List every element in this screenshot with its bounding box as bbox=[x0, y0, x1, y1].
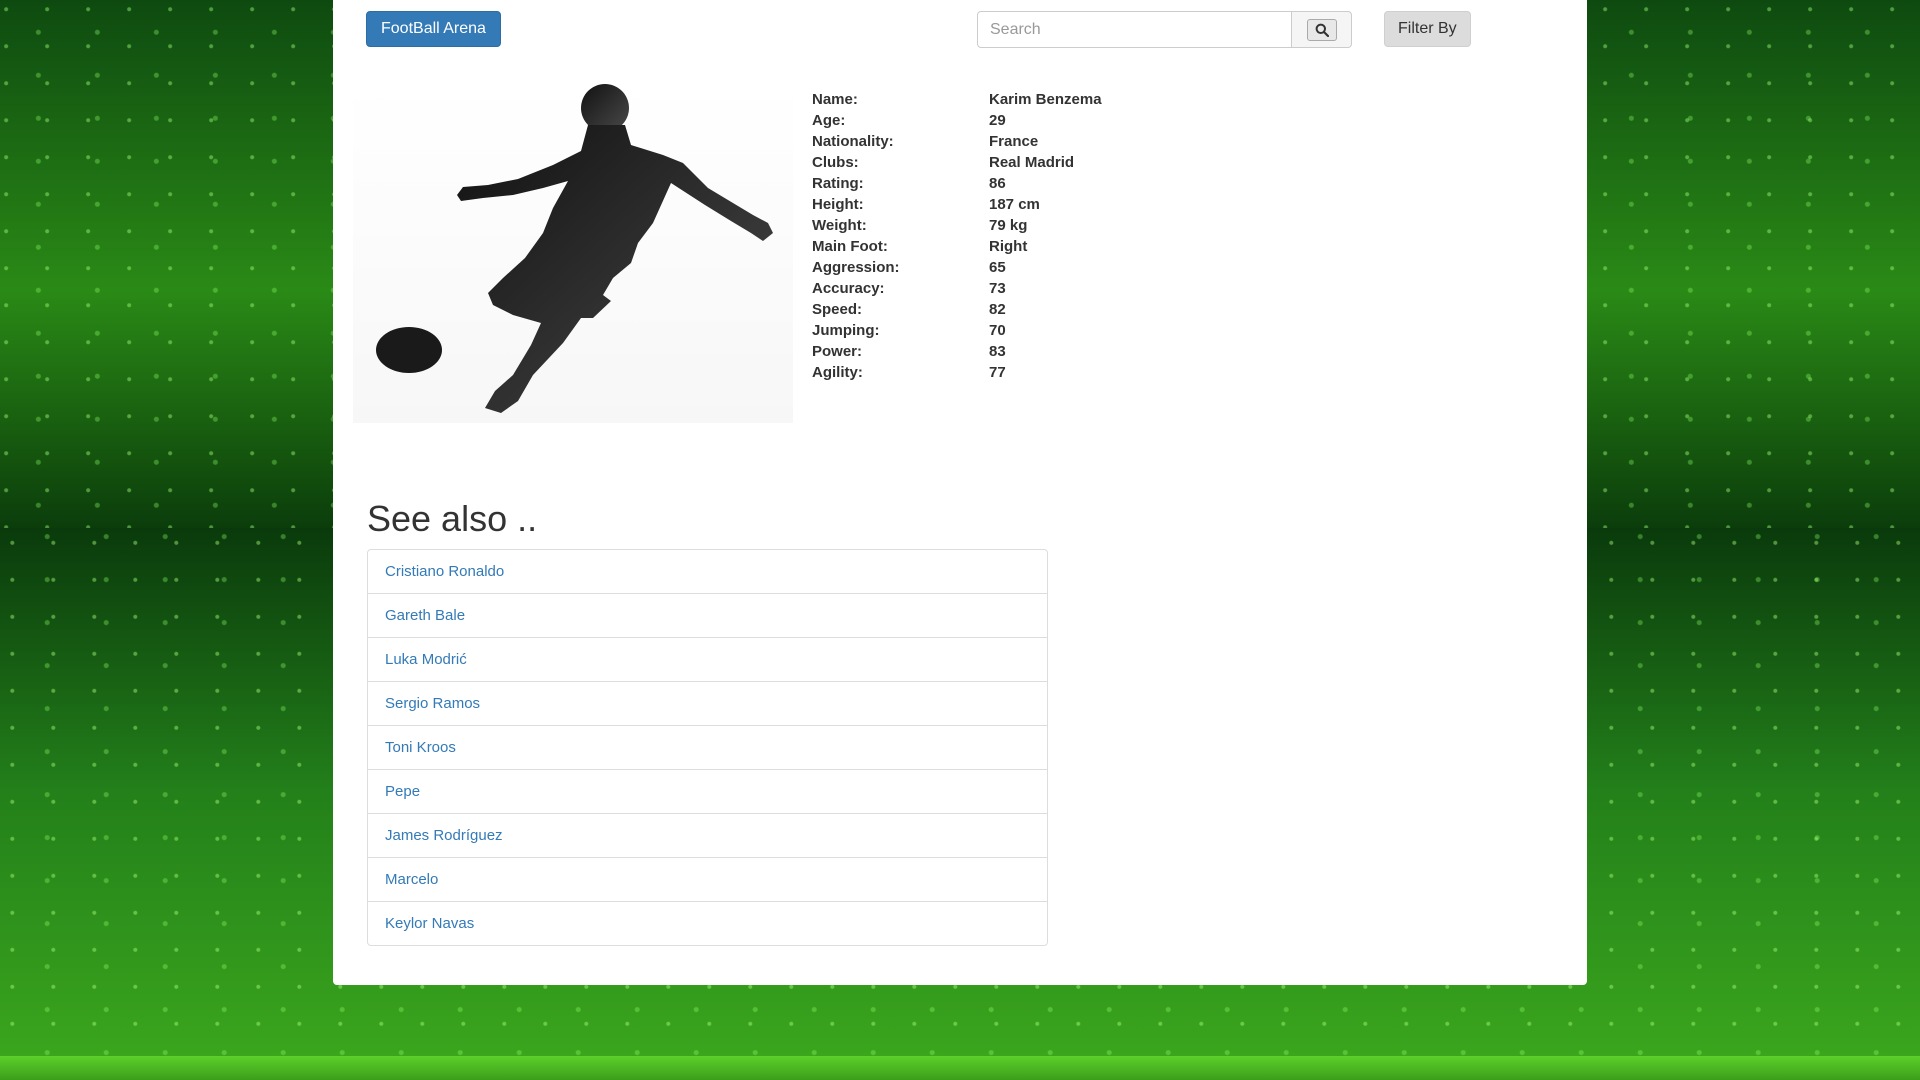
stat-label: Rating: bbox=[812, 175, 864, 192]
see-also-link[interactable]: Toni Kroos bbox=[368, 725, 1047, 769]
see-also-link[interactable]: Cristiano Ronaldo bbox=[368, 550, 1047, 593]
stat-value: 86 bbox=[989, 175, 1006, 192]
stat-row-main-foot: Main Foot: Right bbox=[812, 236, 1102, 257]
stat-row-weight: Weight: 79 kg bbox=[812, 215, 1102, 236]
stat-row-accuracy: Accuracy: 73 bbox=[812, 278, 1102, 299]
see-also-link[interactable]: Luka Modrić bbox=[368, 637, 1047, 681]
search-icon bbox=[1315, 23, 1329, 37]
stat-value: Right bbox=[989, 238, 1028, 255]
player-image bbox=[353, 83, 793, 423]
stat-label: Speed: bbox=[812, 301, 863, 318]
see-also-link[interactable]: Marcelo bbox=[368, 857, 1047, 901]
stat-value: 77 bbox=[989, 364, 1006, 381]
stat-row-nationality: Nationality: France bbox=[812, 131, 1102, 152]
stat-value: 83 bbox=[989, 343, 1006, 360]
player-stats: Name: Karim Benzema Age: 29 Nationality:… bbox=[812, 89, 1102, 383]
stat-value: 73 bbox=[989, 280, 1006, 297]
stat-label: Main Foot: bbox=[812, 238, 888, 255]
stat-row-aggression: Aggression: 65 bbox=[812, 257, 1102, 278]
stat-row-clubs: Clubs: Real Madrid bbox=[812, 152, 1102, 173]
search-button[interactable] bbox=[1292, 11, 1352, 48]
stat-label: Jumping: bbox=[812, 322, 880, 339]
see-also-link[interactable]: James Rodríguez bbox=[368, 813, 1047, 857]
stat-label: Aggression: bbox=[812, 259, 900, 276]
stat-value: Karim Benzema bbox=[989, 91, 1102, 108]
stat-label: Height: bbox=[812, 196, 864, 213]
stat-row-agility: Agility: 77 bbox=[812, 362, 1102, 383]
stat-label: Power: bbox=[812, 343, 863, 360]
stat-value: 29 bbox=[989, 112, 1006, 129]
see-also-heading: See also .. bbox=[367, 498, 538, 539]
player-silhouette-icon bbox=[376, 84, 773, 413]
brand-button[interactable]: FootBall Arena bbox=[366, 11, 501, 47]
stat-value: 82 bbox=[989, 301, 1006, 318]
stat-label: Weight: bbox=[812, 217, 867, 234]
see-also-link[interactable]: Pepe bbox=[368, 769, 1047, 813]
see-also-link[interactable]: Keylor Navas bbox=[368, 901, 1047, 945]
stat-label: Age: bbox=[812, 112, 846, 129]
content-panel: FootBall Arena Filter By bbox=[333, 0, 1587, 985]
stat-row-jumping: Jumping: 70 bbox=[812, 320, 1102, 341]
stat-value: 79 kg bbox=[989, 217, 1028, 234]
see-also-link[interactable]: Gareth Bale bbox=[368, 593, 1047, 637]
stat-label: Nationality: bbox=[812, 133, 894, 150]
stat-label: Accuracy: bbox=[812, 280, 885, 297]
stat-row-name: Name: Karim Benzema bbox=[812, 89, 1102, 110]
see-also-list: Cristiano Ronaldo Gareth Bale Luka Modri… bbox=[367, 549, 1048, 946]
stat-value: 187 cm bbox=[989, 196, 1040, 213]
background-bottom bbox=[0, 1056, 1920, 1080]
stat-row-rating: Rating: 86 bbox=[812, 173, 1102, 194]
stat-label: Name: bbox=[812, 91, 858, 108]
search-group bbox=[977, 11, 1352, 48]
stat-value: France bbox=[989, 133, 1039, 150]
stat-label: Agility: bbox=[812, 364, 863, 381]
stat-row-speed: Speed: 82 bbox=[812, 299, 1102, 320]
see-also-link[interactable]: Sergio Ramos bbox=[368, 681, 1047, 725]
stat-label: Clubs: bbox=[812, 154, 859, 171]
filter-by-button[interactable]: Filter By bbox=[1384, 11, 1471, 47]
stat-value: 65 bbox=[989, 259, 1006, 276]
stat-value: Real Madrid bbox=[989, 154, 1075, 171]
search-input[interactable] bbox=[977, 11, 1292, 48]
stat-value: 70 bbox=[989, 322, 1006, 339]
stat-row-height: Height: 187 cm bbox=[812, 194, 1102, 215]
stat-row-age: Age: 29 bbox=[812, 110, 1102, 131]
stat-row-power: Power: 83 bbox=[812, 341, 1102, 362]
